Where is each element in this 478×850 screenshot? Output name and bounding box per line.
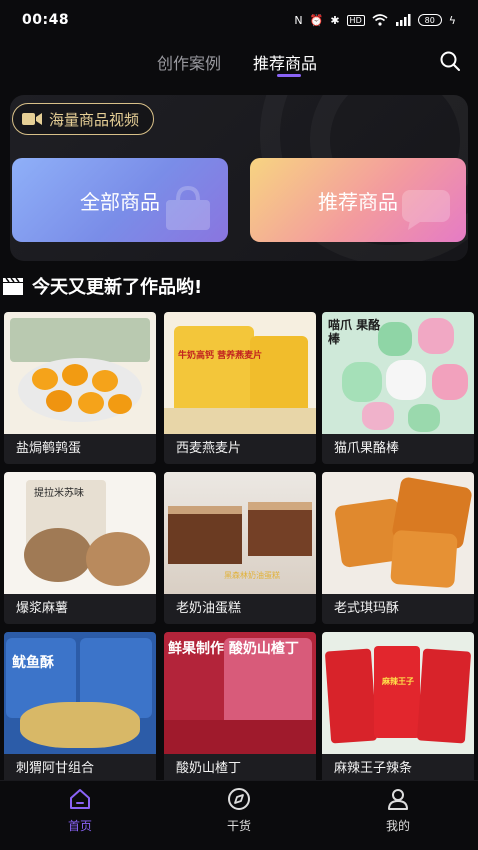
tab-creation-cases[interactable]: 创作案例 — [157, 50, 221, 74]
product-name: 爆浆麻薯 — [16, 601, 69, 616]
video-products-pill[interactable]: 海量商品视频 — [12, 103, 155, 135]
product-image — [4, 312, 156, 434]
top-tab-bar: 创作案例 推荐商品 — [0, 40, 478, 84]
product-image-label: 鱿鱼酥 — [12, 655, 54, 671]
section-title: 今天又更新了作品哟! — [32, 277, 203, 298]
product-name: 猫爪果酪棒 — [334, 441, 400, 456]
product-card[interactable]: 黑森林奶油蛋糕 老奶油蛋糕 — [164, 472, 316, 624]
product-name: 老式琪玛酥 — [334, 601, 400, 616]
product-image-label: 麻辣王子 — [382, 677, 414, 686]
active-tab-indicator — [277, 74, 301, 77]
nav-home[interactable]: 首页 — [40, 787, 120, 834]
wifi-icon — [372, 14, 388, 26]
bottom-nav: 首页 干货 我的 — [0, 780, 478, 850]
product-image: 提拉米苏味 — [4, 472, 156, 594]
recommended-products-label: 推荐商品 — [318, 189, 398, 214]
shopping-bag-icon — [166, 186, 210, 230]
alarm-icon: ⏰ — [309, 13, 324, 27]
video-camera-icon — [22, 113, 42, 125]
product-card[interactable]: 提拉米苏味 爆浆麻薯 — [4, 472, 156, 624]
product-card[interactable]: 牛奶高钙 营养燕麦片 西麦燕麦片 — [164, 312, 316, 464]
product-card[interactable]: 盐焗鹌鹑蛋 — [4, 312, 156, 464]
section-header: 今天又更新了作品哟! — [0, 272, 202, 300]
status-icons: N ⏰ ✱ HD 80 ϟ — [294, 14, 456, 27]
nav-tips[interactable]: 干货 — [199, 787, 279, 834]
clapperboard-icon — [3, 277, 23, 295]
search-icon[interactable] — [439, 50, 461, 72]
nav-profile-label: 我的 — [385, 819, 410, 833]
product-name: 盐焗鹌鹑蛋 — [16, 441, 82, 456]
product-image: 黑森林奶油蛋糕 — [164, 472, 316, 594]
product-image: 麻辣王子 — [322, 632, 474, 754]
compass-icon — [228, 788, 250, 810]
charging-icon: ϟ — [448, 13, 456, 27]
product-image: 鱿鱼酥 — [4, 632, 156, 754]
product-image-label: 喵爪 果酪棒 — [328, 318, 381, 346]
product-image-label: 提拉米苏味 — [34, 488, 84, 499]
nav-tips-label: 干货 — [226, 819, 251, 833]
product-image-label: 牛奶高钙 营养燕麦片 — [178, 351, 263, 361]
status-bar: 00:48 N ⏰ ✱ HD 80 ϟ — [0, 0, 478, 40]
product-image-label: 黑森林奶油蛋糕 — [224, 571, 280, 580]
all-products-label: 全部商品 — [80, 189, 160, 214]
home-icon — [70, 789, 90, 809]
status-time: 00:48 — [22, 12, 70, 28]
product-name: 西麦燕麦片 — [176, 441, 242, 456]
product-card[interactable]: 鲜果制作 酸奶山楂丁 酸奶山楂丁 — [164, 632, 316, 784]
product-image-label: 鲜果制作 酸奶山楂丁 — [168, 641, 299, 657]
hd-icon: HD — [346, 14, 365, 26]
nav-home-label: 首页 — [67, 819, 92, 833]
user-icon — [388, 789, 408, 810]
product-card[interactable]: 老式琪玛酥 — [322, 472, 474, 624]
video-products-label: 海量商品视频 — [49, 110, 140, 129]
product-name: 老奶油蛋糕 — [176, 601, 242, 616]
all-products-button[interactable]: 全部商品 — [12, 158, 228, 242]
bluetooth-icon: ✱ — [330, 13, 340, 27]
nav-profile[interactable]: 我的 — [358, 787, 438, 834]
product-image — [322, 472, 474, 594]
battery-icon: 80 — [417, 14, 442, 26]
product-card[interactable]: 喵爪 果酪棒 猫爪果酪棒 — [322, 312, 474, 464]
product-card[interactable]: 鱿鱼酥 刺猬阿甘组合 — [4, 632, 156, 784]
recommended-products-button[interactable]: 推荐商品 — [250, 158, 466, 242]
signal-icon — [395, 14, 411, 26]
tab-recommended-products[interactable]: 推荐商品 — [253, 50, 317, 74]
nfc-icon: N — [294, 13, 303, 27]
product-card[interactable]: 麻辣王子 麻辣王子辣条 — [322, 632, 474, 784]
product-image: 鲜果制作 酸奶山楂丁 — [164, 632, 316, 754]
chat-bubble-icon — [402, 190, 450, 230]
product-image: 牛奶高钙 营养燕麦片 — [164, 312, 316, 434]
product-image: 喵爪 果酪棒 — [322, 312, 474, 434]
